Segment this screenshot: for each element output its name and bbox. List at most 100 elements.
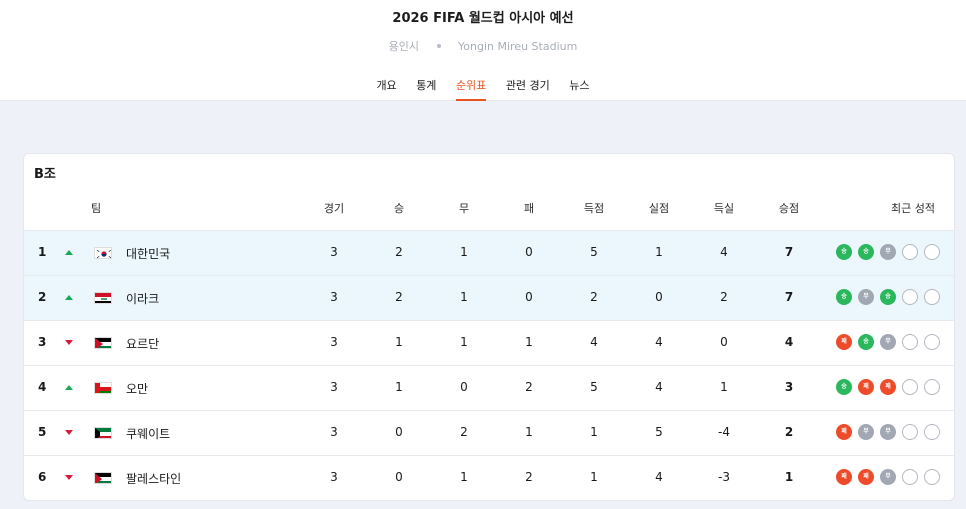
recent-form: 패승무 (836, 334, 946, 352)
form-empty-circle-icon (902, 469, 918, 485)
header-gf: 득점 (583, 202, 605, 215)
cell-pts: 1 (784, 470, 794, 484)
venue-info: 용인시 Yongin Mireu Stadium (0, 38, 966, 54)
form-loss-badge: 패 (880, 379, 896, 395)
cell-gd: -3 (718, 470, 730, 484)
trend-down-arrow-icon (65, 475, 73, 480)
cell-gd: -4 (718, 425, 730, 439)
table-row[interactable]: 3 요르단 3 1 1 1 4 4 0 4 패 승 무 (24, 320, 954, 365)
trend-up-arrow-icon (65, 250, 73, 255)
cell-ga: 5 (655, 425, 663, 439)
cell-pts: 7 (784, 290, 794, 304)
header-form: 최근 성적 (891, 202, 935, 215)
cell-drawn: 0 (460, 380, 468, 394)
team-name[interactable]: 팔레스타인 (126, 470, 181, 487)
cell-lost: 0 (525, 245, 533, 259)
oman-flag-icon (94, 382, 112, 394)
trend-down-arrow-icon (65, 340, 73, 345)
cell-ga: 0 (655, 290, 663, 304)
cell-ga: 4 (655, 335, 663, 349)
table-header: 팀 경기 승 무 패 득점 실점 득실 승점 최근 성적 (24, 196, 954, 230)
tab-news[interactable]: 뉴스 (569, 77, 589, 99)
table-row[interactable]: 1 대한민국 3 2 1 0 5 1 4 7 승 승 무 (24, 230, 954, 275)
cell-pts: 2 (784, 425, 794, 439)
tab-bar: 개요 통계 순위표 관련 경기 뉴스 (0, 77, 966, 101)
form-loss-badge: 패 (858, 379, 874, 395)
table-row[interactable]: 6 팔레스타인 3 0 1 2 1 4 -3 1 패 패 무 (24, 455, 954, 500)
form-win-badge: 승 (836, 379, 852, 395)
team-name[interactable]: 대한민국 (126, 245, 170, 262)
cell-pts: 7 (784, 245, 794, 259)
cell-gf: 1 (590, 425, 598, 439)
venue-city: 용인시 (388, 40, 420, 53)
form-empty-circle-icon (924, 469, 940, 485)
cell-gf: 2 (590, 290, 598, 304)
header-pts: 승점 (778, 202, 800, 215)
header-ga: 실점 (648, 202, 670, 215)
table-row[interactable]: 5 쿠웨이트 3 0 2 1 1 5 -4 2 패 무 무 (24, 410, 954, 455)
cell-drawn: 1 (460, 290, 468, 304)
separator-dot-icon (436, 44, 441, 48)
recent-form: 승패패 (836, 379, 946, 397)
cell-played: 3 (330, 425, 338, 439)
team-name[interactable]: 오만 (126, 380, 148, 397)
form-empty-circle-icon (924, 334, 940, 350)
cell-lost: 0 (525, 290, 533, 304)
form-loss-badge: 패 (836, 469, 852, 485)
trend-up-arrow-icon (65, 385, 73, 390)
rank-number: 6 (38, 470, 47, 484)
team-name[interactable]: 이라크 (126, 290, 159, 307)
form-empty-circle-icon (902, 424, 918, 440)
cell-won: 1 (395, 335, 403, 349)
recent-form: 패패무 (836, 469, 946, 487)
cell-gf: 4 (590, 335, 598, 349)
cell-ga: 4 (655, 470, 663, 484)
cell-lost: 1 (525, 425, 533, 439)
form-empty-circle-icon (924, 289, 940, 305)
korea-flag-icon (94, 247, 112, 259)
cell-drawn: 2 (460, 425, 468, 439)
recent-form: 패무무 (836, 424, 946, 442)
form-draw-badge: 무 (858, 289, 874, 305)
tab-related-matches[interactable]: 관련 경기 (506, 77, 550, 99)
table-row[interactable]: 4 오만 3 1 0 2 5 4 1 3 승 패 패 (24, 365, 954, 410)
header-team: 팀 (90, 202, 102, 215)
rank-number: 1 (38, 245, 47, 259)
cell-gd: 1 (720, 380, 728, 394)
form-win-badge: 승 (836, 289, 852, 305)
rank-number: 5 (38, 425, 47, 439)
tab-stats[interactable]: 통계 (416, 77, 436, 99)
cell-won: 2 (395, 290, 403, 304)
recent-form: 승무승 (836, 289, 946, 307)
cell-gd: 2 (720, 290, 728, 304)
competition-title: 2026 FIFA 월드컵 아시아 예선 (392, 11, 574, 26)
form-loss-badge: 패 (836, 424, 852, 440)
cell-ga: 1 (655, 245, 663, 259)
form-empty-circle-icon (902, 379, 918, 395)
cell-played: 3 (330, 245, 338, 259)
cell-won: 1 (395, 380, 403, 394)
team-name[interactable]: 요르단 (126, 335, 159, 352)
iraq-flag-icon (94, 292, 112, 304)
form-empty-circle-icon (924, 244, 940, 260)
table-row[interactable]: 2 이라크 3 2 1 0 2 0 2 7 승 무 승 (24, 275, 954, 320)
header-drawn: 무 (458, 202, 470, 215)
form-draw-badge: 무 (880, 469, 896, 485)
rank-number: 3 (38, 335, 47, 349)
cell-ga: 4 (655, 380, 663, 394)
trend-down-arrow-icon (65, 430, 73, 435)
form-draw-badge: 무 (880, 424, 896, 440)
palestine-flag-icon (94, 472, 112, 484)
header-played: 경기 (323, 202, 345, 215)
cell-gd: 4 (720, 245, 728, 259)
team-name[interactable]: 쿠웨이트 (126, 425, 170, 442)
form-empty-circle-icon (902, 244, 918, 260)
form-win-badge: 승 (858, 334, 874, 350)
form-empty-circle-icon (902, 289, 918, 305)
cell-gd: 0 (720, 335, 728, 349)
cell-pts: 3 (784, 380, 794, 394)
venue-stadium: Yongin Mireu Stadium (458, 40, 578, 53)
tab-standings[interactable]: 순위표 (455, 77, 487, 101)
tab-overview[interactable]: 개요 (376, 77, 396, 99)
form-draw-badge: 무 (880, 244, 896, 260)
